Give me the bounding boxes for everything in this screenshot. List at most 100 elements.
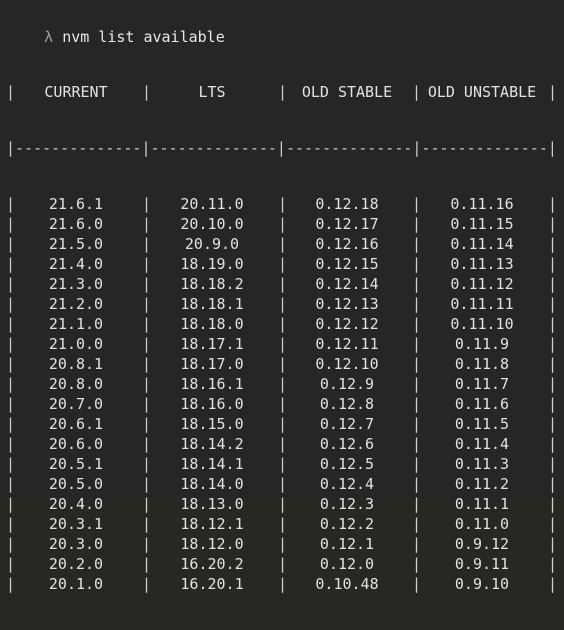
old-unstable-version-cell: 0.9.12 bbox=[454, 535, 510, 553]
table-row: | 20.5.1 | 18.14.1 | 0.12.5 | 0.11.3 | bbox=[0, 454, 564, 474]
current-version-cell: 21.1.0 bbox=[48, 315, 104, 333]
column-divider: | bbox=[548, 575, 558, 593]
lts-version-cell: 18.18.1 bbox=[180, 295, 244, 313]
table-row: | 20.8.0 | 18.16.1 | 0.12.9 | 0.11.7 | bbox=[0, 374, 564, 394]
old-stable-version-cell: 0.12.14 bbox=[315, 275, 379, 293]
table-row: | 20.7.0 | 18.16.0 | 0.12.8 | 0.11.6 | bbox=[0, 394, 564, 414]
current-version-cell: 20.6.1 bbox=[48, 415, 104, 433]
table-row: | 20.5.0 | 18.14.0 | 0.12.4 | 0.11.2 | bbox=[0, 474, 564, 494]
old-unstable-version-cell: 0.11.4 bbox=[454, 435, 510, 453]
old-unstable-version-cell: 0.11.2 bbox=[454, 475, 510, 493]
terminal-window[interactable]: λ nvm list available | CURRENT | LTS | O… bbox=[0, 0, 564, 593]
header-old-stable: OLD STABLE bbox=[301, 83, 393, 101]
old-stable-version-cell: 0.12.3 bbox=[319, 495, 375, 513]
lts-version-cell: 20.11.0 bbox=[180, 195, 244, 213]
current-version-cell: 20.8.1 bbox=[48, 355, 104, 373]
current-version-cell: 20.4.0 bbox=[48, 495, 104, 513]
old-stable-version-cell: 0.12.18 bbox=[315, 195, 379, 213]
old-unstable-version-cell: 0.11.13 bbox=[450, 255, 514, 273]
old-unstable-version-cell: 0.11.6 bbox=[454, 395, 510, 413]
table-row: | 20.6.1 | 18.15.0 | 0.12.7 | 0.11.5 | bbox=[0, 414, 564, 434]
lts-version-cell: 18.16.0 bbox=[180, 395, 244, 413]
current-version-cell: 20.3.1 bbox=[48, 515, 104, 533]
current-version-cell: 21.4.0 bbox=[48, 255, 104, 273]
old-unstable-version-cell: 0.11.14 bbox=[450, 235, 514, 253]
old-stable-version-cell: 0.12.0 bbox=[319, 555, 375, 573]
lts-version-cell: 18.19.0 bbox=[180, 255, 244, 273]
lts-version-cell: 18.17.1 bbox=[180, 335, 244, 353]
column-divider: | bbox=[548, 455, 558, 473]
column-divider: | bbox=[548, 83, 558, 101]
old-stable-version-cell: 0.12.7 bbox=[319, 415, 375, 433]
command-text: nvm list available bbox=[62, 28, 225, 46]
table-row: | 20.3.1 | 18.12.1 | 0.12.2 | 0.11.0 | bbox=[0, 514, 564, 534]
column-divider: | bbox=[548, 415, 558, 433]
old-stable-version-cell: 0.12.8 bbox=[319, 395, 375, 413]
column-divider: | bbox=[548, 395, 558, 413]
lts-version-cell: 20.10.0 bbox=[180, 215, 244, 233]
current-version-cell: 21.6.0 bbox=[48, 215, 104, 233]
column-divider: | bbox=[548, 235, 558, 253]
old-stable-version-cell: 0.12.13 bbox=[315, 295, 379, 313]
lts-version-cell: 18.14.0 bbox=[180, 475, 244, 493]
separator-text: |--------------|--------------|---------… bbox=[6, 139, 557, 157]
lts-version-cell: 18.15.0 bbox=[180, 415, 244, 433]
table-row: | 21.2.0 | 18.18.1 | 0.12.13 | 0.11.11 | bbox=[0, 294, 564, 314]
table-header-row: | CURRENT | LTS | OLD STABLE | OLD UNSTA… bbox=[0, 82, 564, 102]
column-divider: | bbox=[548, 515, 558, 533]
old-stable-version-cell: 0.12.2 bbox=[319, 515, 375, 533]
column-divider: | bbox=[548, 315, 558, 333]
old-stable-version-cell: 0.12.4 bbox=[319, 475, 375, 493]
current-version-cell: 21.6.1 bbox=[48, 195, 104, 213]
current-version-cell: 20.1.0 bbox=[48, 575, 104, 593]
lts-version-cell: 18.14.2 bbox=[180, 435, 244, 453]
current-version-cell: 20.7.0 bbox=[48, 395, 104, 413]
column-divider: | bbox=[548, 335, 558, 353]
table-row: | 20.3.0 | 18.12.0 | 0.12.1 | 0.9.12 | bbox=[0, 534, 564, 554]
table-row: | 20.6.0 | 18.14.2 | 0.12.6 | 0.11.4 | bbox=[0, 434, 564, 454]
old-unstable-version-cell: 0.11.0 bbox=[454, 515, 510, 533]
old-unstable-version-cell: 0.11.7 bbox=[454, 375, 510, 393]
column-divider: | bbox=[548, 475, 558, 493]
table-row: | 21.1.0 | 18.18.0 | 0.12.12 | 0.11.10 | bbox=[0, 314, 564, 334]
old-unstable-version-cell: 0.11.15 bbox=[450, 215, 514, 233]
current-version-cell: 20.6.0 bbox=[48, 435, 104, 453]
column-divider: | bbox=[548, 295, 558, 313]
old-stable-version-cell: 0.12.11 bbox=[315, 335, 379, 353]
old-unstable-version-cell: 0.11.1 bbox=[454, 495, 510, 513]
column-divider: | bbox=[548, 195, 558, 213]
old-unstable-version-cell: 0.11.8 bbox=[454, 355, 510, 373]
table-row: | 21.5.0 | 20.9.0 | 0.12.16 | 0.11.14 | bbox=[0, 234, 564, 254]
current-version-cell: 21.5.0 bbox=[48, 235, 104, 253]
current-version-cell: 21.2.0 bbox=[48, 295, 104, 313]
header-old-unstable: OLD UNSTABLE bbox=[427, 83, 537, 101]
column-divider: | bbox=[548, 495, 558, 513]
table-row: | 20.8.1 | 18.17.0 | 0.12.10 | 0.11.8 | bbox=[0, 354, 564, 374]
current-version-cell: 20.3.0 bbox=[48, 535, 104, 553]
old-stable-version-cell: 0.12.16 bbox=[315, 235, 379, 253]
lts-version-cell: 20.9.0 bbox=[184, 235, 240, 253]
table-body: | 21.6.1 | 20.11.0 | 0.12.18 | 0.11.16 | | 21.6.0 |… bbox=[0, 194, 564, 594]
old-stable-version-cell: 0.12.6 bbox=[319, 435, 375, 453]
old-unstable-version-cell: 0.11.12 bbox=[450, 275, 514, 293]
column-divider: | bbox=[548, 555, 558, 573]
table-row: | 21.4.0 | 18.19.0 | 0.12.15 | 0.11.13 | bbox=[0, 254, 564, 274]
current-version-cell: 20.2.0 bbox=[48, 555, 104, 573]
old-stable-version-cell: 0.10.48 bbox=[315, 575, 379, 593]
current-version-cell: 21.0.0 bbox=[48, 335, 104, 353]
table-row: | 21.6.1 | 20.11.0 | 0.12.18 | 0.11.16 | bbox=[0, 194, 564, 214]
header-lts: LTS bbox=[198, 83, 226, 101]
lts-version-cell: 16.20.1 bbox=[180, 575, 244, 593]
table-row: | 20.1.0 | 16.20.1 | 0.10.48 | 0.9.10 | bbox=[0, 574, 564, 594]
old-unstable-version-cell: 0.11.16 bbox=[450, 195, 514, 213]
column-divider: | bbox=[548, 355, 558, 373]
old-stable-version-cell: 0.12.10 bbox=[315, 355, 379, 373]
lts-version-cell: 18.16.1 bbox=[180, 375, 244, 393]
table-separator-row: |--------------|--------------|---------… bbox=[0, 138, 564, 158]
current-version-cell: 21.3.0 bbox=[48, 275, 104, 293]
old-stable-version-cell: 0.12.17 bbox=[315, 215, 379, 233]
lts-version-cell: 18.17.0 bbox=[180, 355, 244, 373]
lts-version-cell: 18.12.1 bbox=[180, 515, 244, 533]
table-row: | 21.6.0 | 20.10.0 | 0.12.17 | 0.11.15 | bbox=[0, 214, 564, 234]
lts-version-cell: 18.14.1 bbox=[180, 455, 244, 473]
